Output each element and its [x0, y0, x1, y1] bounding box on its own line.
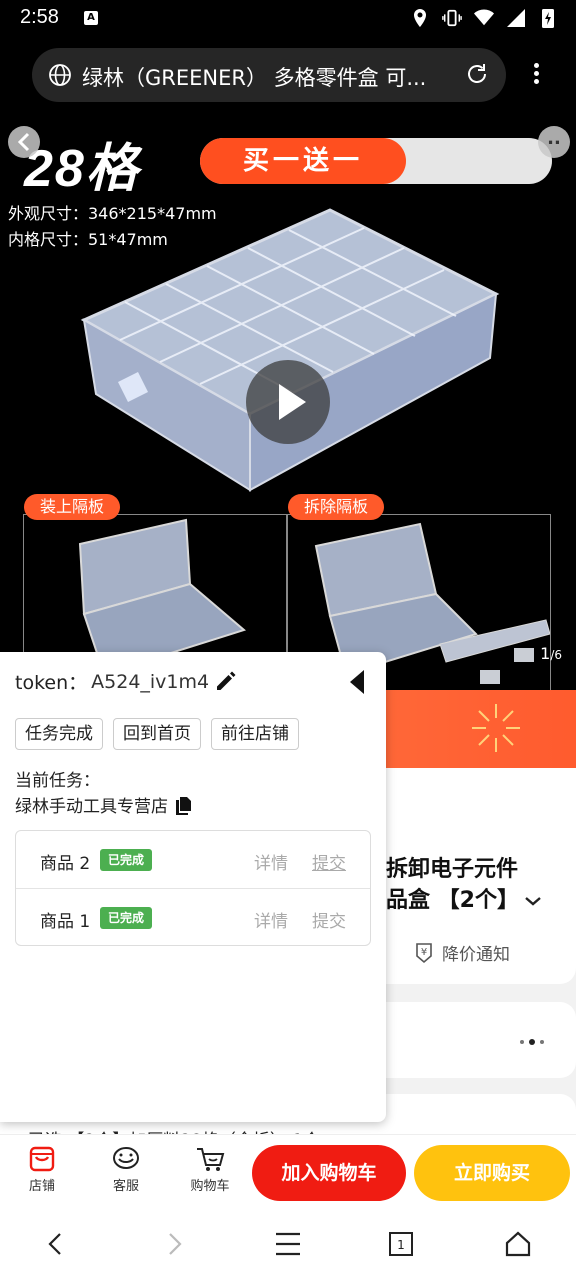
tabs-icon[interactable]: 1 — [388, 1230, 414, 1258]
tag-without-dividers: 拆除隔板 — [288, 494, 385, 520]
status-icons — [410, 7, 558, 29]
price-drop-notify[interactable]: ¥ 降价通知 — [412, 940, 510, 965]
forward-icon[interactable] — [162, 1230, 186, 1258]
token-value: A524_iv1m4 — [91, 670, 210, 693]
home-icon[interactable] — [504, 1230, 532, 1258]
back-icon[interactable] — [44, 1230, 68, 1258]
image-counter: 1/6 — [540, 644, 562, 663]
collapse-left-icon[interactable] — [348, 668, 366, 696]
service-label: 客服 — [112, 1179, 139, 1194]
browser-nav-bar: 1 — [0, 1208, 576, 1280]
product-image-carousel[interactable]: 买一送一 28格 .. 外观尺寸：346*215*47mm 内格尺寸：51*47… — [0, 114, 576, 690]
task-name: 商品 2 — [40, 854, 91, 874]
overlay-button-row: 任务完成 回到首页 前往店铺 — [15, 718, 299, 750]
menu-icon[interactable] — [274, 1230, 302, 1258]
current-task-label: 当前任务： — [15, 771, 100, 791]
task-submit-link[interactable]: 提交 — [312, 849, 346, 874]
chevron-down-icon[interactable] — [523, 893, 543, 909]
current-task-value: 绿林手动工具专营店 — [15, 797, 168, 817]
back-home-button[interactable]: 回到首页 — [113, 718, 201, 750]
status-time: 2:58 — [20, 6, 59, 28]
svg-text:1: 1 — [397, 1238, 405, 1252]
notification-icon: A — [84, 11, 98, 25]
more-vert-icon[interactable] — [524, 60, 548, 90]
add-to-cart-button[interactable]: 加入购物车 — [252, 1145, 406, 1201]
firework-icon — [472, 704, 520, 752]
task-detail-link[interactable]: 详情 — [254, 907, 288, 932]
copy-icon[interactable] — [174, 795, 192, 815]
wifi-icon — [474, 9, 494, 26]
task-row: 商品 1 已完成 详情 提交 — [16, 888, 370, 945]
task-complete-button[interactable]: 任务完成 — [15, 718, 103, 750]
token-row: token： A524_iv1m4 — [15, 668, 209, 695]
cart-icon — [197, 1148, 225, 1171]
counter-total: /6 — [550, 648, 562, 662]
product-title-line2-wrap: 品盒 【2个】 — [386, 885, 566, 916]
status-badge: 已完成 — [100, 907, 153, 929]
reload-icon[interactable] — [464, 61, 490, 87]
task-row: 商品 2 已完成 详情 提交 — [16, 831, 370, 888]
svg-text:¥: ¥ — [421, 947, 427, 958]
go-store-button[interactable]: 前往店铺 — [211, 718, 299, 750]
store-icon — [29, 1146, 55, 1172]
page-title: 绿林（GREENER） 多格零件盒 可... — [82, 66, 427, 90]
token-label: token： — [15, 672, 88, 694]
battery-icon — [542, 9, 554, 28]
pencil-icon[interactable] — [214, 669, 238, 693]
buy-now-button[interactable]: 立即购买 — [414, 1145, 570, 1201]
store-label: 店铺 — [28, 1179, 55, 1194]
price-tag-icon: ¥ — [416, 942, 432, 963]
purchase-action-bar: 店铺 客服 购物车 加入购物车 立即购买 — [0, 1134, 576, 1208]
globe-icon — [49, 64, 71, 86]
address-bar[interactable]: 绿林（GREENER） 多格零件盒 可... — [32, 48, 506, 102]
cart-tab[interactable]: 购物车 — [180, 1143, 240, 1194]
customer-service-icon — [113, 1147, 139, 1169]
browser-toolbar: 绿林（GREENER） 多格零件盒 可... — [0, 38, 576, 114]
task-submit-link[interactable]: 提交 — [312, 907, 346, 932]
task-name: 商品 1 — [40, 912, 91, 932]
play-button[interactable] — [246, 360, 330, 444]
task-detail-link[interactable]: 详情 — [254, 849, 288, 874]
current-task-row: 绿林手动工具专营店 — [15, 792, 192, 817]
vibrate-icon — [442, 9, 462, 27]
product-title-line2: 品盒 【2个】 — [386, 888, 519, 913]
pagination-dots — [520, 1039, 544, 1045]
signal-icon — [507, 9, 525, 27]
play-icon — [279, 384, 306, 420]
notify-label: 降价通知 — [442, 945, 510, 965]
screen: 2:58 A 绿林（GREENER） 多格零件盒 可... 买一送一 28格 .… — [0, 0, 576, 1280]
location-icon — [414, 9, 426, 27]
product-title-line1: 拆卸电子元件 — [386, 857, 519, 882]
service-tab[interactable]: 客服 — [96, 1143, 156, 1194]
cart-label: 购物车 — [190, 1179, 230, 1194]
tag-with-dividers: 装上隔板 — [24, 494, 121, 520]
counter-current: 1 — [540, 644, 551, 663]
status-badge: 已完成 — [100, 849, 153, 871]
product-title: 拆卸电子元件 品盒 【2个】 — [386, 854, 566, 916]
store-tab[interactable]: 店铺 — [12, 1143, 72, 1194]
status-bar: 2:58 A — [0, 0, 576, 38]
task-overlay-panel: token： A524_iv1m4 任务完成 回到首页 前往店铺 当前任务： 绿… — [0, 652, 386, 1122]
task-list: 商品 2 已完成 详情 提交 商品 1 已完成 详情 提交 — [15, 830, 371, 946]
